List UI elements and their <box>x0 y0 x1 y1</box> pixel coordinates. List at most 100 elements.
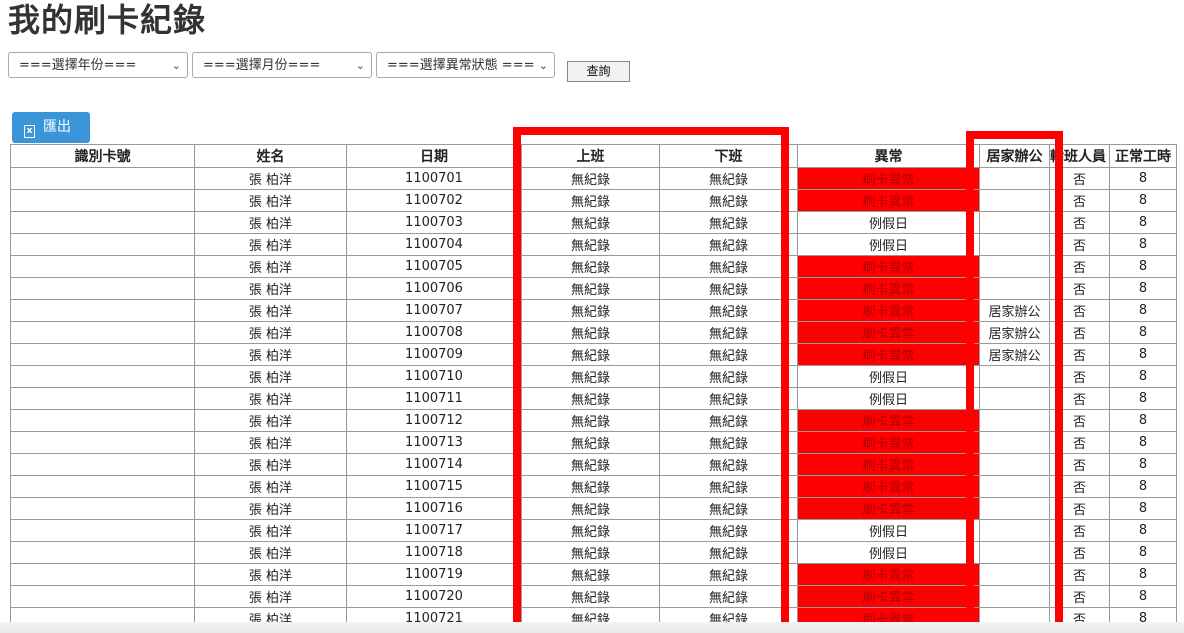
cell-clock-in: 無紀錄 <box>521 233 660 256</box>
month-select-value: ===選擇月份=== <box>203 58 321 73</box>
year-select-value: ===選擇年份=== <box>19 58 137 73</box>
cell-date: 1100706 <box>346 277 522 300</box>
cell-normal-hours: 8 <box>1109 431 1177 454</box>
cell-card <box>10 409 195 432</box>
cell-shift-staff: 否 <box>1049 211 1110 234</box>
cell-shift-staff: 否 <box>1049 343 1110 366</box>
cell-card <box>10 211 195 234</box>
cell-home-office <box>979 497 1050 520</box>
cell-date: 1100710 <box>346 365 522 388</box>
cell-normal-hours: 8 <box>1109 453 1177 476</box>
cell-clock-in: 無紀錄 <box>521 189 660 212</box>
cell-date: 1100716 <box>346 497 522 520</box>
cell-clock-out: 無紀錄 <box>659 431 798 454</box>
chevron-down-icon: ⌄ <box>355 59 365 72</box>
cell-clock-out: 無紀錄 <box>659 167 798 190</box>
cell-card <box>10 321 195 344</box>
month-select[interactable]: ===選擇月份=== ⌄ <box>192 52 372 78</box>
cell-card <box>10 475 195 498</box>
cell-normal-hours: 8 <box>1109 167 1177 190</box>
cell-home-office <box>979 167 1050 190</box>
cell-clock-in: 無紀錄 <box>521 563 660 586</box>
cell-name: 張 柏洋 <box>194 299 347 322</box>
table-row: 張 柏洋 1100708 無紀錄 無紀錄 刷卡異常 居家辦公否 8 <box>10 321 1177 344</box>
year-select[interactable]: ===選擇年份=== ⌄ <box>8 52 188 78</box>
cell-normal-hours: 8 <box>1109 277 1177 300</box>
cell-normal-hours: 8 <box>1109 497 1177 520</box>
cell-date: 1100712 <box>346 409 522 432</box>
table-row: 張 柏洋 1100718 無紀錄 無紀錄 例假日否 8 <box>10 541 1177 564</box>
table-row: 張 柏洋 1100715 無紀錄 無紀錄 刷卡異常否 8 <box>10 475 1177 498</box>
cell-home-office <box>979 563 1050 586</box>
page-title: 我的刷卡紀錄 <box>8 1 207 39</box>
cell-home-office <box>979 233 1050 256</box>
cell-clock-in: 無紀錄 <box>521 255 660 278</box>
table-row: 張 柏洋 1100719 無紀錄 無紀錄 刷卡異常否 8 <box>10 563 1177 586</box>
cell-name: 張 柏洋 <box>194 277 347 300</box>
cell-date: 1100719 <box>346 563 522 586</box>
cell-date: 1100709 <box>346 343 522 366</box>
cell-normal-hours: 8 <box>1109 189 1177 212</box>
cell-clock-out: 無紀錄 <box>659 409 798 432</box>
cell-home-office <box>979 277 1050 300</box>
export-button[interactable]: x 匯出 <box>12 112 90 143</box>
export-label: 匯出 <box>43 119 71 135</box>
table-row: 張 柏洋 1100703 無紀錄 無紀錄 例假日否 8 <box>10 211 1177 234</box>
chevron-down-icon: ⌄ <box>171 59 181 72</box>
cell-name: 張 柏洋 <box>194 453 347 476</box>
cell-card <box>10 255 195 278</box>
cell-normal-hours: 8 <box>1109 387 1177 410</box>
status-select[interactable]: ===選擇異常狀態 === ⌄ <box>376 52 555 78</box>
query-button[interactable]: 查詢 <box>567 61 630 82</box>
cell-anomaly: 刷卡異常 <box>797 497 980 520</box>
cell-card <box>10 541 195 564</box>
cell-date: 1100717 <box>346 519 522 542</box>
cell-home-office <box>979 387 1050 410</box>
table-row: 張 柏洋 1100707 無紀錄 無紀錄 刷卡異常 居家辦公否 8 <box>10 299 1177 322</box>
excel-icon: x <box>24 125 35 138</box>
cell-clock-in: 無紀錄 <box>521 519 660 542</box>
cell-card <box>10 497 195 520</box>
cell-clock-out: 無紀錄 <box>659 321 798 344</box>
cell-clock-in: 無紀錄 <box>521 299 660 322</box>
cell-date: 1100720 <box>346 585 522 608</box>
cell-card <box>10 365 195 388</box>
cell-date: 1100704 <box>346 233 522 256</box>
cell-shift-staff: 否 <box>1049 167 1110 190</box>
table-row: 張 柏洋 1100720 無紀錄 無紀錄 刷卡異常否 8 <box>10 585 1177 608</box>
cell-anomaly: 刷卡異常 <box>797 277 980 300</box>
cell-anomaly: 刷卡異常 <box>797 431 980 454</box>
cell-clock-in: 無紀錄 <box>521 497 660 520</box>
cell-shift-staff: 否 <box>1049 387 1110 410</box>
cell-name: 張 柏洋 <box>194 585 347 608</box>
cell-anomaly: 刷卡異常 <box>797 321 980 344</box>
table-row: 張 柏洋 1100712 無紀錄 無紀錄 刷卡異常否 8 <box>10 409 1177 432</box>
cell-date: 1100702 <box>346 189 522 212</box>
cell-home-office <box>979 453 1050 476</box>
table-row: 張 柏洋 1100710 無紀錄 無紀錄 例假日否 8 <box>10 365 1177 388</box>
cell-clock-out: 無紀錄 <box>659 233 798 256</box>
cell-shift-staff: 否 <box>1049 321 1110 344</box>
cell-card <box>10 277 195 300</box>
cell-shift-staff: 否 <box>1049 277 1110 300</box>
cell-name: 張 柏洋 <box>194 475 347 498</box>
cell-clock-out: 無紀錄 <box>659 211 798 234</box>
cell-shift-staff: 否 <box>1049 233 1110 256</box>
cell-card <box>10 299 195 322</box>
cell-date: 1100711 <box>346 387 522 410</box>
cell-home-office: 居家辦公 <box>979 299 1050 322</box>
cell-shift-staff: 否 <box>1049 519 1110 542</box>
status-select-value: ===選擇異常狀態 === <box>387 58 535 73</box>
cell-name: 張 柏洋 <box>194 365 347 388</box>
cell-clock-out: 無紀錄 <box>659 585 798 608</box>
cell-home-office <box>979 189 1050 212</box>
cell-card <box>10 167 195 190</box>
cell-normal-hours: 8 <box>1109 299 1177 322</box>
cell-clock-out: 無紀錄 <box>659 299 798 322</box>
cell-clock-out: 無紀錄 <box>659 365 798 388</box>
chevron-down-icon: ⌄ <box>538 59 548 72</box>
cell-name: 張 柏洋 <box>194 563 347 586</box>
cell-name: 張 柏洋 <box>194 167 347 190</box>
cell-clock-out: 無紀錄 <box>659 519 798 542</box>
cell-clock-in: 無紀錄 <box>521 475 660 498</box>
